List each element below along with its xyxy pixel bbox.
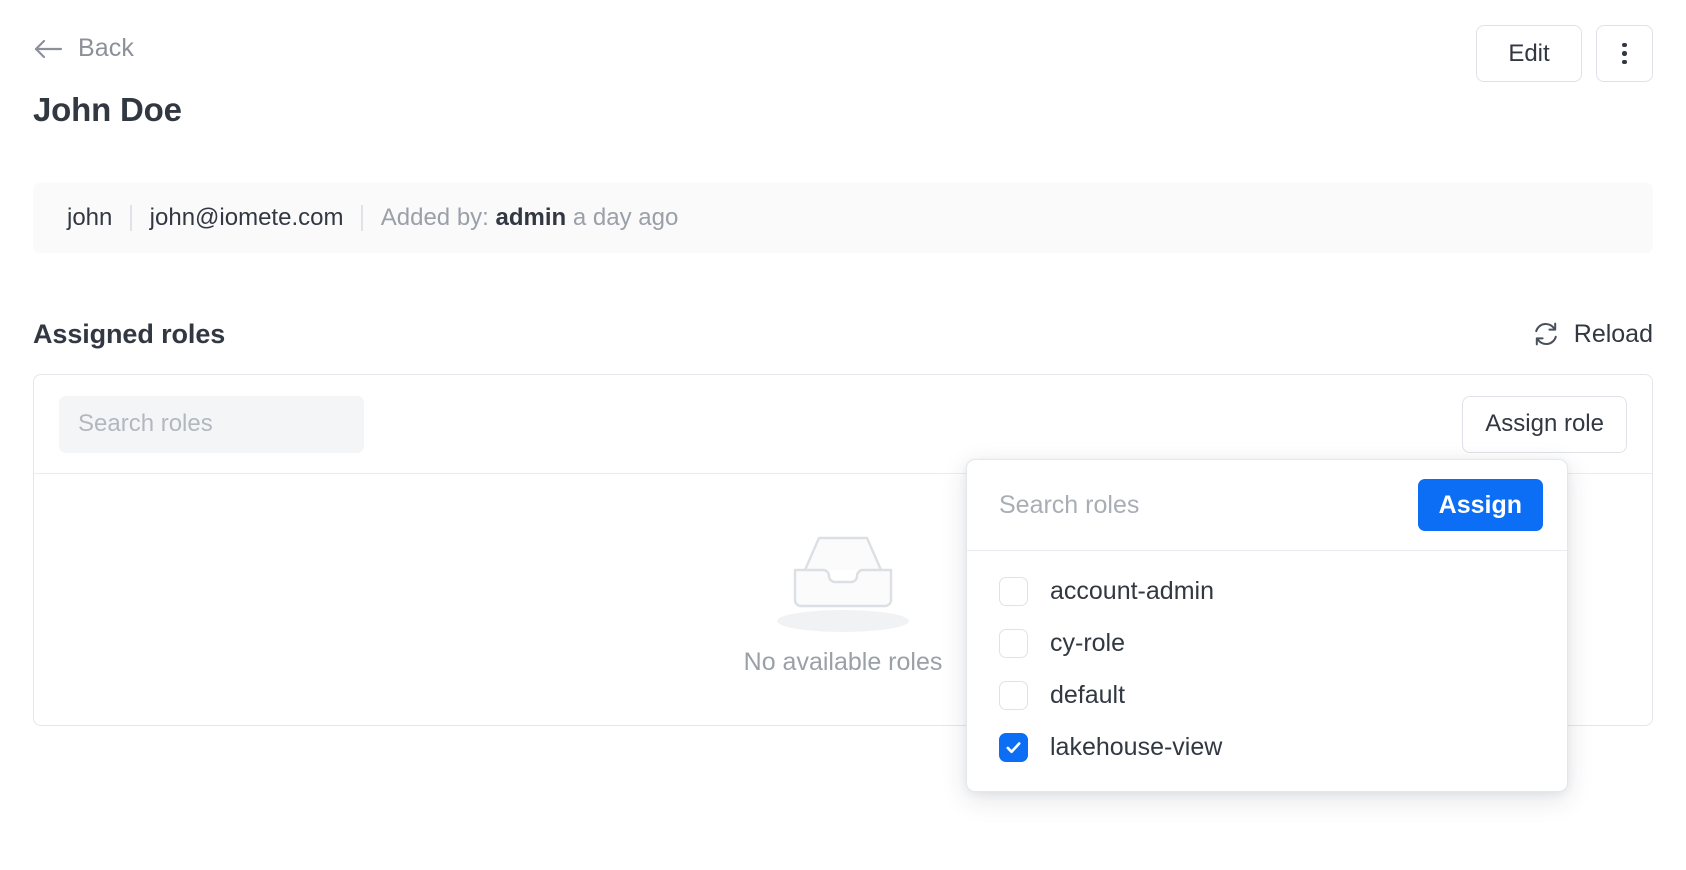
back-label: Back — [78, 34, 134, 62]
section-title: Assigned roles — [33, 318, 226, 349]
role-checkbox[interactable] — [999, 732, 1028, 762]
reload-label: Reload — [1573, 319, 1653, 348]
added-time: a day ago — [572, 204, 679, 231]
more-vertical-icon — [1622, 51, 1627, 56]
role-option[interactable]: cy-role — [967, 617, 1567, 669]
empty-state-text: No available roles — [743, 647, 943, 676]
role-checkbox[interactable] — [999, 628, 1028, 658]
added-by-user: admin — [495, 204, 567, 231]
back-link[interactable]: Back — [34, 36, 134, 61]
page-title: John Doe — [33, 91, 182, 128]
role-checkbox[interactable] — [999, 576, 1028, 606]
added-by-prefix: Added by: — [380, 204, 489, 231]
user-username: john — [67, 204, 113, 231]
more-options-button[interactable] — [1596, 25, 1653, 82]
search-roles-input[interactable] — [59, 395, 364, 453]
assign-button[interactable]: Assign — [1417, 479, 1543, 531]
dropdown-header: Assign — [967, 460, 1567, 551]
header-actions: Edit — [1476, 25, 1653, 82]
edit-button[interactable]: Edit — [1476, 25, 1582, 82]
user-added-by: Added by: admin a day ago — [363, 206, 697, 230]
arrow-left-icon — [34, 39, 63, 58]
refresh-icon — [1534, 322, 1557, 346]
more-vertical-icon — [1622, 59, 1627, 65]
assigned-roles-section-header: Assigned roles Reload — [33, 313, 1653, 355]
role-option[interactable]: default — [967, 669, 1567, 721]
empty-inbox-icon — [793, 536, 893, 607]
role-option-label: lakehouse-view — [1050, 732, 1223, 761]
more-vertical-icon — [1622, 42, 1627, 48]
user-email: john@iomete.com — [149, 204, 344, 231]
role-option-list: account-admin cy-role default lakehouse-… — [967, 551, 1567, 791]
page-header: Back John Doe Edit — [0, 0, 1686, 150]
role-option[interactable]: account-admin — [967, 565, 1567, 617]
role-option[interactable]: lakehouse-view — [967, 721, 1567, 773]
check-icon — [1006, 741, 1021, 753]
dropdown-search-input[interactable] — [999, 490, 1418, 520]
assign-role-dropdown: Assign account-admin cy-role — [966, 459, 1568, 792]
role-checkbox[interactable] — [999, 680, 1028, 710]
role-option-label: account-admin — [1050, 576, 1214, 605]
user-info-bar: john john@iomete.com Added by: admin a d… — [33, 183, 1653, 253]
role-option-label: default — [1050, 680, 1126, 709]
assign-role-button[interactable]: Assign role — [1462, 395, 1627, 453]
reload-button[interactable]: Reload — [1532, 320, 1653, 348]
user-detail-page: Back John Doe Edit john john@iomete.com … — [0, 0, 1686, 870]
empty-inbox-illustration — [763, 524, 923, 636]
role-option-label: cy-role — [1050, 628, 1126, 657]
